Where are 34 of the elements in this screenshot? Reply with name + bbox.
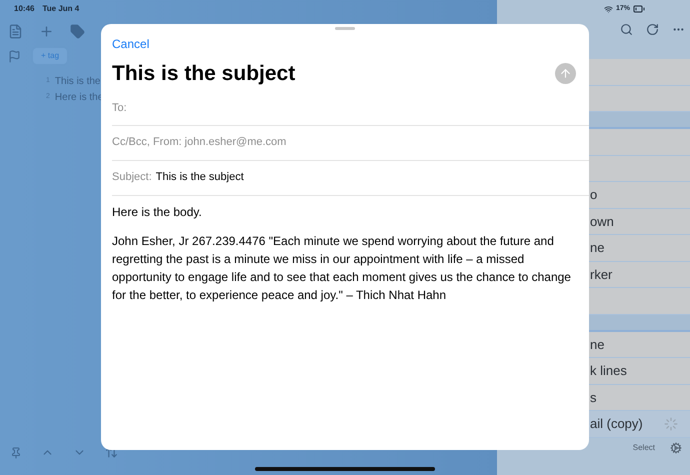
search-icon[interactable] xyxy=(620,23,633,36)
select-button[interactable]: Select xyxy=(632,442,655,454)
status-date: Tue Jun 4 xyxy=(42,3,80,15)
row-title: k lines xyxy=(590,362,627,380)
pin-icon[interactable] xyxy=(10,446,22,458)
compose-title: This is the subject xyxy=(112,61,296,87)
refresh-icon[interactable] xyxy=(646,23,659,36)
row-title: o xyxy=(590,186,598,204)
grabber[interactable] xyxy=(335,27,355,30)
row-title: ne xyxy=(590,239,604,257)
wifi-icon xyxy=(604,4,613,14)
subject-field[interactable]: Subject: This is the subject xyxy=(112,160,589,196)
status-time: 10:46 xyxy=(14,3,34,15)
row-title: ail (copy) xyxy=(590,415,643,433)
row-title: s xyxy=(590,388,596,406)
plus-icon[interactable] xyxy=(39,24,54,39)
send-button[interactable] xyxy=(555,63,576,84)
tag-icon[interactable] xyxy=(70,24,85,39)
spinner-icon xyxy=(664,416,678,431)
body-paragraph: Here is the body. xyxy=(112,204,203,220)
field-label: Subject: xyxy=(112,170,152,186)
field-value: This is the subject xyxy=(156,170,244,186)
field-value: john.esher@me.com xyxy=(184,135,286,150)
battery-icon xyxy=(633,3,645,15)
cancel-button[interactable]: Cancel xyxy=(112,35,150,53)
row-title: ne xyxy=(590,336,604,354)
note-line: This is the xyxy=(54,75,100,89)
field-label: Cc/Bcc, From: xyxy=(112,135,182,150)
row-title: rker xyxy=(590,266,612,284)
field-label: To: xyxy=(112,100,127,116)
arrow-up-icon xyxy=(559,67,572,80)
flag-icon[interactable] xyxy=(8,50,21,62)
row-title: own xyxy=(590,212,614,230)
document-icon[interactable] xyxy=(8,24,23,39)
